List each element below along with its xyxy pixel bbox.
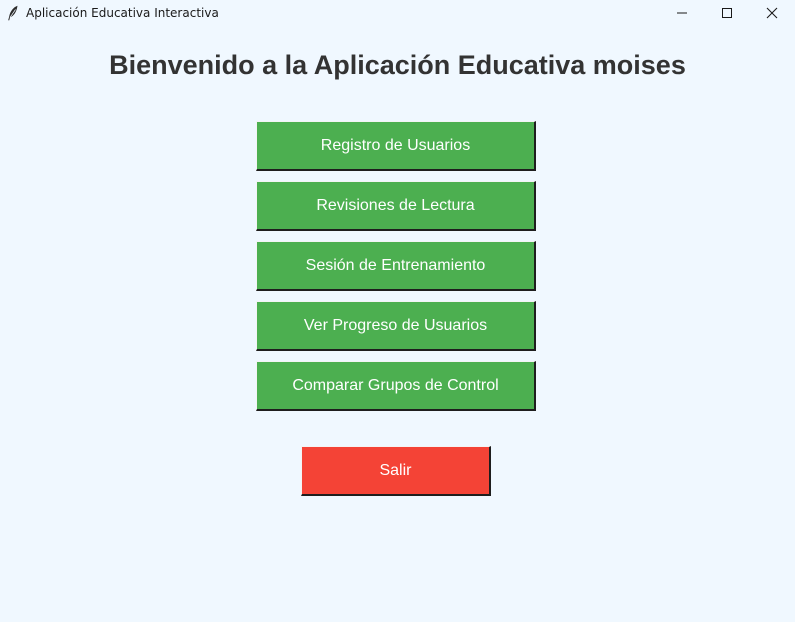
maximize-icon [721,7,733,19]
maximize-button[interactable] [704,0,750,26]
training-session-button[interactable]: Sesión de Entrenamiento [256,241,536,291]
view-user-progress-button[interactable]: Ver Progreso de Usuarios [256,301,536,351]
feather-icon [7,5,19,21]
user-registration-button[interactable]: Registro de Usuarios [256,121,536,171]
app-window: Aplicación Educativa Interactiva Bienven… [0,0,795,622]
compare-control-groups-button[interactable]: Comparar Grupos de Control [256,361,536,411]
minimize-icon [676,7,688,19]
window-title: Aplicación Educativa Interactiva [26,6,219,20]
page-title: Bienvenido a la Aplicación Educativa moi… [109,50,686,80]
title-bar[interactable]: Aplicación Educativa Interactiva [0,0,795,26]
minimize-button[interactable] [659,0,705,26]
reading-reviews-button[interactable]: Revisiones de Lectura [256,181,536,231]
close-icon [766,7,778,19]
exit-button[interactable]: Salir [301,446,491,496]
close-button[interactable] [749,0,795,26]
